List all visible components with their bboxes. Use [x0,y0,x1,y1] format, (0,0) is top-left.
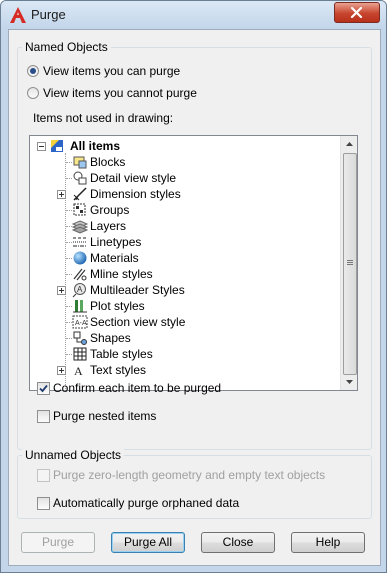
scroll-up-arrow-icon[interactable] [341,136,358,153]
purge-nested-checkbox[interactable] [37,410,50,423]
purge-dialog-window: Purge Named Objects View items you can p… [0,0,387,573]
blocks-icon [73,156,87,169]
tree-item-label: Blocks [90,155,126,169]
close-window-button[interactable] [334,2,380,23]
confirm-each-checkbox[interactable] [37,382,50,395]
auto-purge-orphaned-label[interactable]: Automatically purge orphaned data [53,496,239,510]
tree-caption: Items not used in drawing: [33,111,174,125]
dialog-client-area: Named Objects View items you can purge V… [8,29,381,566]
auto-purge-orphaned-checkbox[interactable] [37,497,50,510]
radio-selected-dot [30,68,36,74]
expand-icon[interactable] [57,366,66,375]
tree-item-table-styles[interactable]: Table styles [30,346,340,362]
tree-item-label: Groups [90,203,130,217]
tree-item-label: Table styles [90,347,153,361]
svg-text:A: A [74,364,83,378]
tree-item-label: Materials [90,251,139,265]
tree-item-label: Plot styles [90,299,145,313]
tree-item-plot-styles[interactable]: Plot styles [30,298,340,314]
items-tree-view[interactable]: All items Blocks Detail view style Dimen… [29,135,358,391]
close-icon [350,7,363,18]
section-view-icon: A-A [72,315,88,329]
tree-scrollbar[interactable] [340,136,358,390]
drawing-icon [51,140,63,152]
scrollbar-grip-icon [347,262,353,263]
purge-button[interactable]: Purge [21,532,95,553]
tree-item-mline-styles[interactable]: Mline styles [30,266,340,282]
view-can-purge-radio[interactable] [27,65,39,77]
plot-styles-icon [73,300,87,313]
groups-icon [73,203,86,216]
tree-item-label: Linetypes [90,235,142,249]
tree-item-blocks[interactable]: Blocks [30,154,340,170]
named-objects-heading: Named Objects [22,40,111,54]
scrollbar-grip-icon [347,260,353,261]
expand-icon[interactable] [57,286,66,295]
tree-item-text-styles[interactable]: A Text styles [30,362,340,378]
purge-zero-length-checkbox[interactable] [37,469,50,482]
title-bar[interactable]: Purge [1,1,386,29]
scrollbar-thumb[interactable] [343,153,357,375]
materials-icon [73,251,87,265]
view-can-purge-label[interactable]: View items you can purge [43,64,180,78]
tree-item-label: Layers [90,219,127,233]
expand-icon[interactable] [57,190,66,199]
purge-nested-label[interactable]: Purge nested items [53,409,156,423]
close-button[interactable]: Close [201,532,275,553]
checkmark-icon [39,384,48,393]
tree-item-detail-view-style[interactable]: Detail view style [30,170,340,186]
layers-icon [72,220,88,234]
tree-root-all-items[interactable]: All items [30,138,340,154]
tree-root-label: All items [70,139,121,153]
svg-text:A-A: A-A [75,320,87,327]
mline-styles-icon [73,268,87,281]
tree-item-materials[interactable]: Materials [30,250,340,266]
confirm-each-label[interactable]: Confirm each item to be purged [53,381,221,395]
detail-view-icon [73,171,87,185]
tree-item-multileader-styles[interactable]: A Multileader Styles [30,282,340,298]
help-button[interactable]: Help [291,532,365,553]
collapse-icon[interactable] [37,142,46,151]
purge-all-button[interactable]: Purge All [111,532,185,553]
linetypes-icon [73,237,87,247]
tree-item-label: Shapes [90,331,131,345]
table-styles-icon [73,347,87,361]
text-styles-icon: A [74,364,83,378]
tree-item-label: Section view style [90,315,186,329]
tree-item-layers[interactable]: Layers [30,218,340,234]
view-cannot-purge-radio[interactable] [27,87,39,99]
tree-item-groups[interactable]: Groups [30,202,340,218]
window-title: Purge [31,7,66,22]
scroll-down-arrow-icon[interactable] [341,373,358,390]
shapes-icon [73,331,87,345]
tree-item-label: Dimension styles [90,187,181,201]
tree-item-label: Mline styles [90,267,153,281]
tree-item-label: Text styles [90,363,147,377]
tree-item-dimension-styles[interactable]: Dimension styles [30,186,340,202]
tree-item-shapes[interactable]: Shapes [30,330,340,346]
dimension-styles-icon [73,187,87,201]
unnamed-objects-heading: Unnamed Objects [22,448,125,462]
scrollbar-grip-icon [347,264,353,265]
tree-item-label: Multileader Styles [90,283,185,297]
multileader-icon: A [72,283,86,298]
tree-item-label: Detail view style [90,171,177,185]
autocad-logo-icon [10,7,26,23]
view-cannot-purge-label[interactable]: View items you cannot purge [43,86,197,100]
tree-item-linetypes[interactable]: Linetypes [30,234,340,250]
purge-zero-length-label: Purge zero-length geometry and empty tex… [53,468,326,482]
tree-item-section-view-style[interactable]: A-A Section view style [30,314,340,330]
svg-text:A: A [77,285,83,294]
